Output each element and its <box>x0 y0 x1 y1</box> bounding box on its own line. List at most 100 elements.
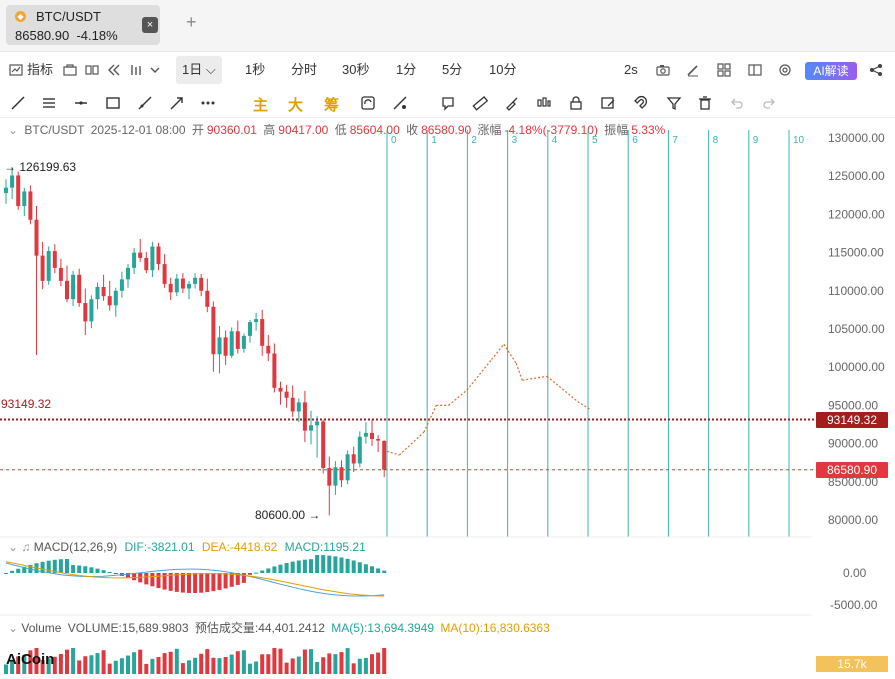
high-annotation: → 126199.63 <box>4 160 77 174</box>
camera-icon[interactable] <box>656 63 670 77</box>
macd-histogram-bar <box>193 573 198 593</box>
ai-analysis-button[interactable]: AI解读 <box>805 62 857 80</box>
timeframe-intraday[interactable]: 分时 <box>291 56 317 84</box>
macd-histogram-bar <box>266 568 271 573</box>
chips-button[interactable]: 筹 <box>324 94 339 115</box>
grid-layout-icon[interactable] <box>717 63 731 77</box>
fib-time-label: 7 <box>672 135 678 146</box>
volume-bar <box>254 661 259 674</box>
candle-body <box>223 337 228 356</box>
undo-icon[interactable] <box>729 95 745 111</box>
candle-body <box>89 299 94 322</box>
candle-body <box>34 219 39 256</box>
add-tab-icon[interactable]: + <box>186 12 197 33</box>
candle-body <box>217 337 222 355</box>
pencil-icon[interactable] <box>686 63 700 77</box>
volume-bar <box>345 648 350 674</box>
candle-body <box>315 421 320 426</box>
horizontal-lines-icon[interactable] <box>41 95 57 111</box>
compare-icon[interactable] <box>85 63 99 77</box>
tab-change: -4.18% <box>76 28 118 43</box>
candle-body <box>83 303 88 322</box>
filter-icon[interactable] <box>666 95 682 111</box>
sync-icon[interactable] <box>360 95 376 111</box>
trendline-icon[interactable] <box>10 95 26 111</box>
timeframe-5m[interactable]: 5分 <box>442 56 462 84</box>
macd-histogram-bar <box>248 573 252 575</box>
macd-histogram-bar <box>345 558 350 573</box>
ruler-icon[interactable] <box>472 95 488 111</box>
chevron-down-icon[interactable] <box>148 63 162 77</box>
ray-icon[interactable] <box>137 95 153 111</box>
redo-icon[interactable] <box>761 95 777 111</box>
projection-segment <box>448 389 468 406</box>
refresh-interval[interactable]: 2s <box>624 56 638 84</box>
horizontal-ray-icon[interactable] <box>73 95 89 111</box>
layout-icon[interactable] <box>748 63 762 77</box>
collapse-icon[interactable]: ⌄ <box>8 621 18 635</box>
volume-tag: 15.7k <box>816 656 888 672</box>
settings-icon[interactable] <box>778 63 792 77</box>
projection-segment <box>546 375 560 387</box>
template-icon[interactable] <box>63 63 77 77</box>
symbol-tab[interactable]: ◆ BTC/USDT 86580.90 -4.18% × <box>6 5 160 45</box>
candle-body <box>254 319 259 323</box>
volume-bar <box>266 654 271 674</box>
macd-histogram-bar <box>65 559 69 573</box>
rectangle-icon[interactable] <box>105 95 121 111</box>
replay-icon[interactable] <box>107 63 121 77</box>
collapse-icon[interactable]: ⌄ <box>8 540 18 554</box>
macd-axis-zero: 0.00 <box>843 566 867 580</box>
lock-icon[interactable] <box>568 95 584 111</box>
main-force-button[interactable]: 主 <box>253 94 268 115</box>
large-order-button[interactable]: 大 <box>288 94 303 115</box>
trash-icon[interactable] <box>697 95 713 111</box>
volume-bar <box>193 657 198 674</box>
volume-bar <box>241 650 246 674</box>
edit-note-icon[interactable] <box>600 95 616 111</box>
macd-histogram-bar <box>382 570 387 573</box>
candle-pattern-icon[interactable] <box>536 95 552 111</box>
volume-bar <box>89 655 94 674</box>
chart-type-icon[interactable] <box>129 63 143 77</box>
candle-body <box>28 191 33 220</box>
more-icon[interactable] <box>200 95 216 111</box>
arrow-icon[interactable] <box>169 95 185 111</box>
alert-bell-icon[interactable]: ♫ <box>21 540 30 554</box>
volume-bar <box>77 660 82 674</box>
brush-icon[interactable] <box>504 95 520 111</box>
low-annotation: 80600.00 → <box>255 508 321 522</box>
share-icon[interactable] <box>869 63 883 77</box>
volume-bar <box>248 663 252 674</box>
timeframe-selector[interactable]: 1日 ⌵ <box>176 56 222 84</box>
timeframe-30s[interactable]: 30秒 <box>342 56 369 84</box>
magnet-icon[interactable] <box>632 95 648 111</box>
volume-bar <box>363 657 368 674</box>
indicators-button[interactable]: 指标 <box>27 56 53 84</box>
measure-icon[interactable] <box>392 95 408 111</box>
macd-histogram-bar <box>229 573 234 587</box>
text-note-icon[interactable] <box>440 95 456 111</box>
macd-histogram-bar <box>101 570 106 573</box>
macd-histogram-bar <box>309 559 313 573</box>
candle-body <box>260 319 265 346</box>
macd-value: MACD:1195.21 <box>284 540 366 554</box>
timeframe-1s[interactable]: 1秒 <box>245 56 265 84</box>
macd-histogram-bar <box>180 573 185 593</box>
macd-histogram-bar <box>284 563 289 573</box>
volume-bar <box>199 653 204 674</box>
timeframe-10m[interactable]: 10分 <box>489 56 516 84</box>
candlestick-chart[interactable]: 0 1 2 3 4 5 6 7 8 9 10 130000.00 125000.00 120000.00… <box>0 118 895 679</box>
fib-time-label: 1 <box>431 135 437 146</box>
macd-histogram-bar <box>260 570 265 573</box>
volume-bar <box>150 658 155 674</box>
volume-bar <box>327 653 332 674</box>
volume-bar <box>71 648 76 674</box>
indicator-icon[interactable] <box>9 63 23 77</box>
macd-histogram-bar <box>205 573 210 593</box>
candle-body <box>193 277 198 284</box>
macd-dea: DEA:-4418.62 <box>201 540 278 554</box>
close-icon[interactable]: × <box>142 17 158 33</box>
candle-body <box>65 280 69 300</box>
timeframe-1m[interactable]: 1分 <box>396 56 416 84</box>
